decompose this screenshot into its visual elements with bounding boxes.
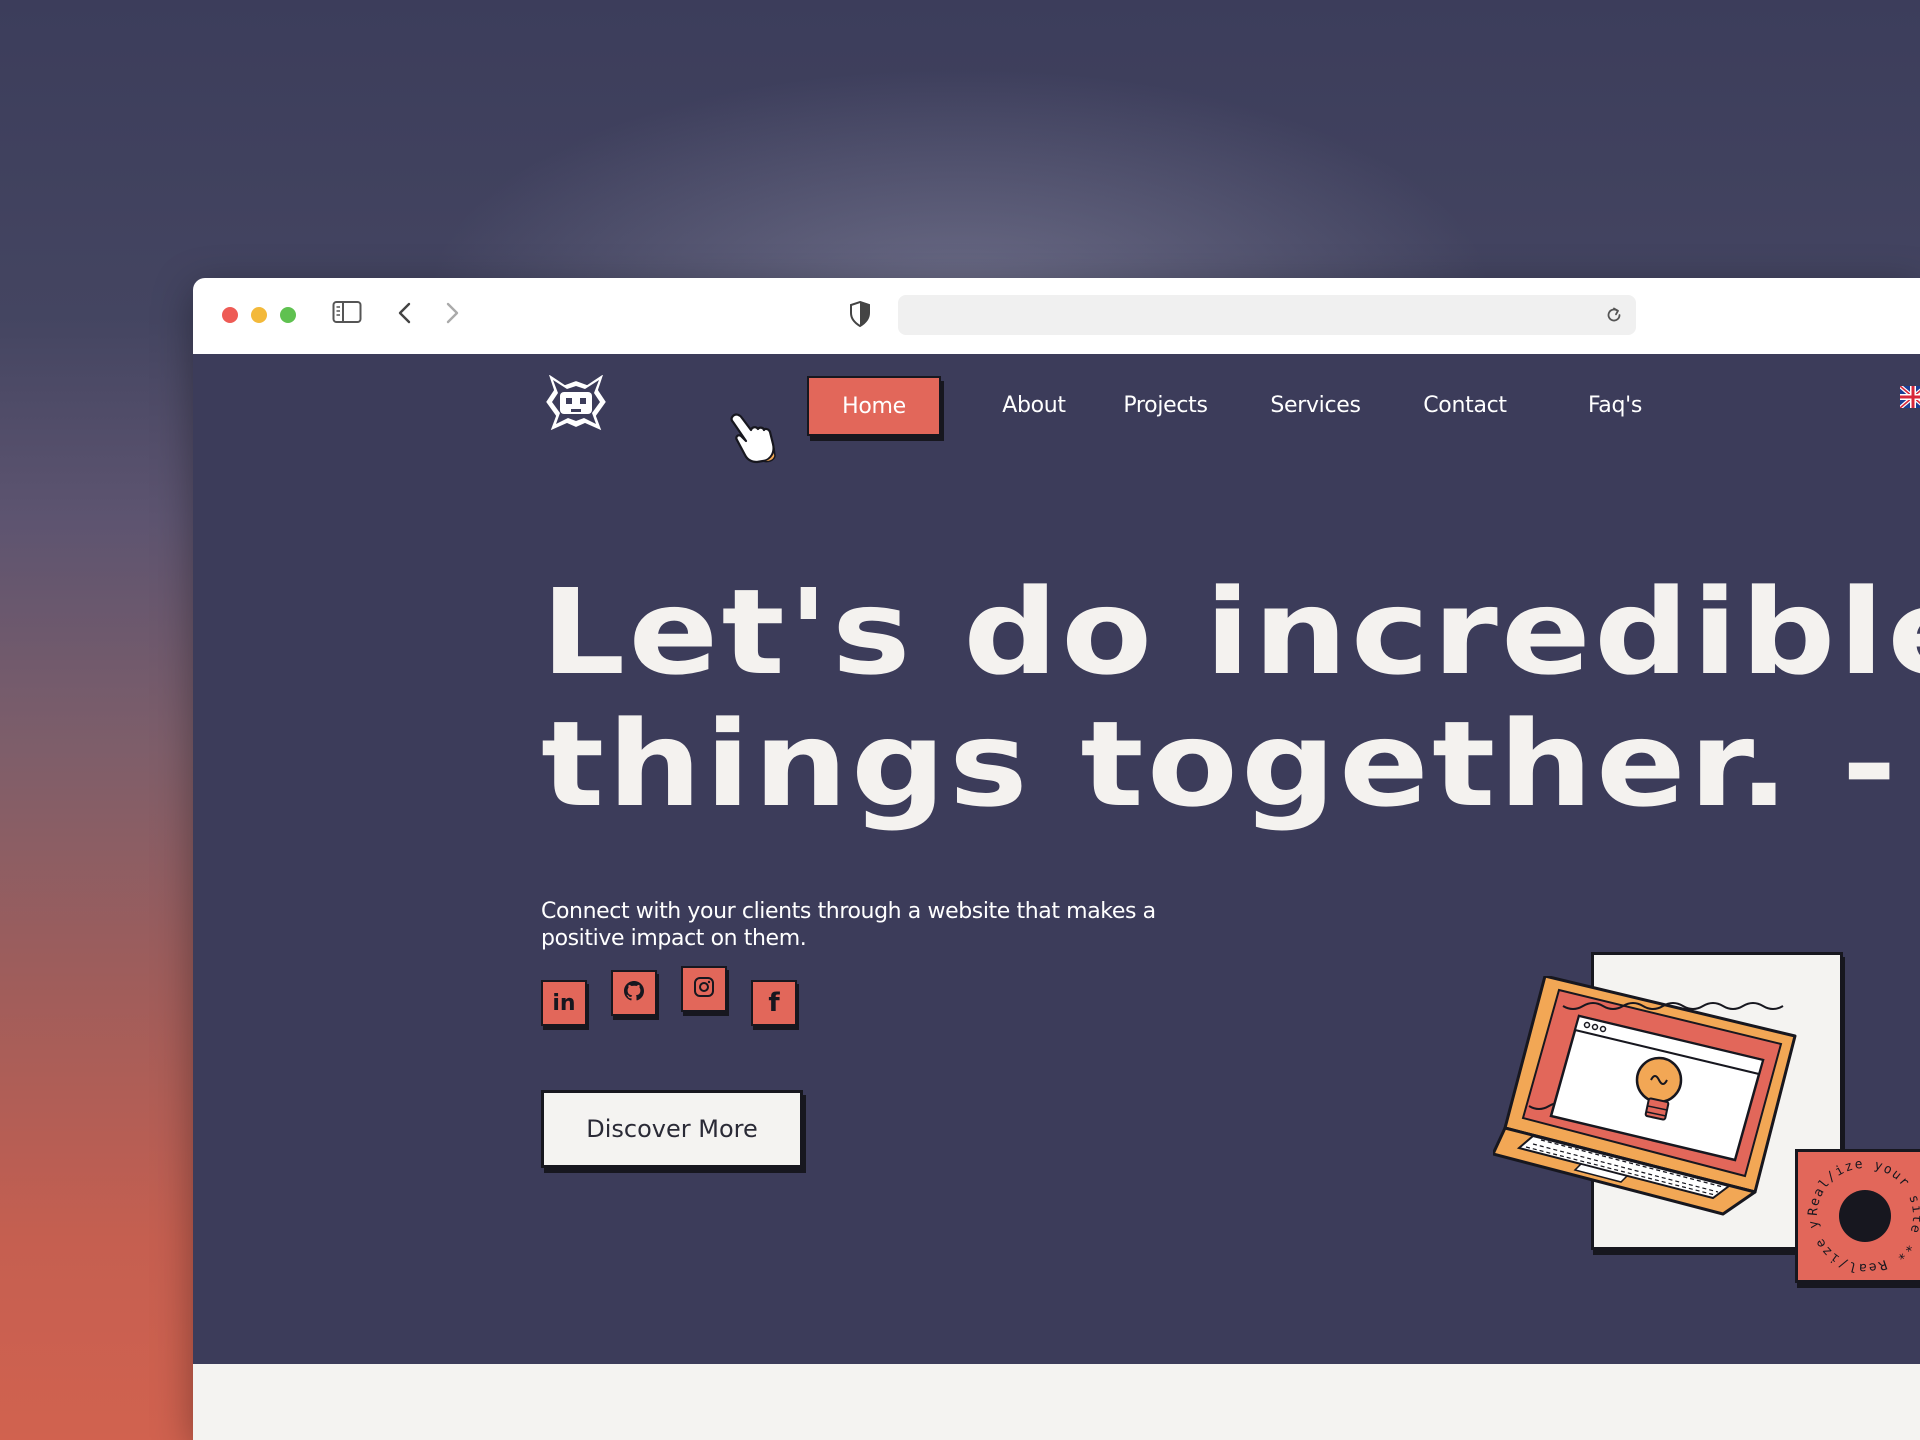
uk-flag-icon[interactable] [1898,384,1920,413]
browser-window: Home About Projects Services Contact Faq… [193,278,1920,1440]
facebook-button[interactable]: f [751,980,797,1026]
back-icon[interactable] [396,300,414,331]
laptop-illustration-icon [1491,974,1813,1221]
nav-contact[interactable]: Contact [1405,376,1525,436]
shield-icon[interactable] [849,300,871,333]
nav-faqs[interactable]: Faq's [1565,376,1665,436]
instagram-button[interactable] [681,966,727,1012]
minimize-window-button[interactable] [251,307,267,323]
hero-title-line2: things together. - [541,695,1900,833]
site-logo[interactable] [541,368,611,441]
realize-your-site-badge: Real/ize your site ** Real/ize your site… [1793,1141,1920,1283]
nav-home[interactable]: Home [807,376,941,436]
close-window-button[interactable] [222,307,238,323]
hero-title-line1: Let's do incredible [541,563,1920,701]
forward-icon[interactable] [443,300,461,331]
hand-pointer-cursor-icon [727,410,781,469]
next-section-strip [193,1364,1920,1440]
nav-projects[interactable]: Projects [1108,376,1223,436]
linkedin-button[interactable]: in [541,980,587,1026]
sidebar-toggle-icon[interactable] [332,300,362,329]
github-icon [622,979,646,1008]
github-button[interactable] [611,970,657,1016]
website-hero: Home About Projects Services Contact Faq… [193,354,1920,1364]
nav-services[interactable]: Services [1253,376,1378,436]
reload-icon[interactable] [1604,305,1624,330]
hero-title: Let's do incredible things together. - [541,566,1920,830]
discover-more-button[interactable]: Discover More [541,1090,803,1168]
hero-subtitle: Connect with your clients through a webs… [541,899,1156,951]
address-bar[interactable] [898,295,1636,335]
nav-about[interactable]: About [979,376,1089,436]
facebook-icon: f [768,988,780,1018]
linkedin-icon: in [552,990,576,1016]
instagram-icon [693,976,715,1003]
maximize-window-button[interactable] [280,307,296,323]
browser-toolbar [193,278,1920,354]
